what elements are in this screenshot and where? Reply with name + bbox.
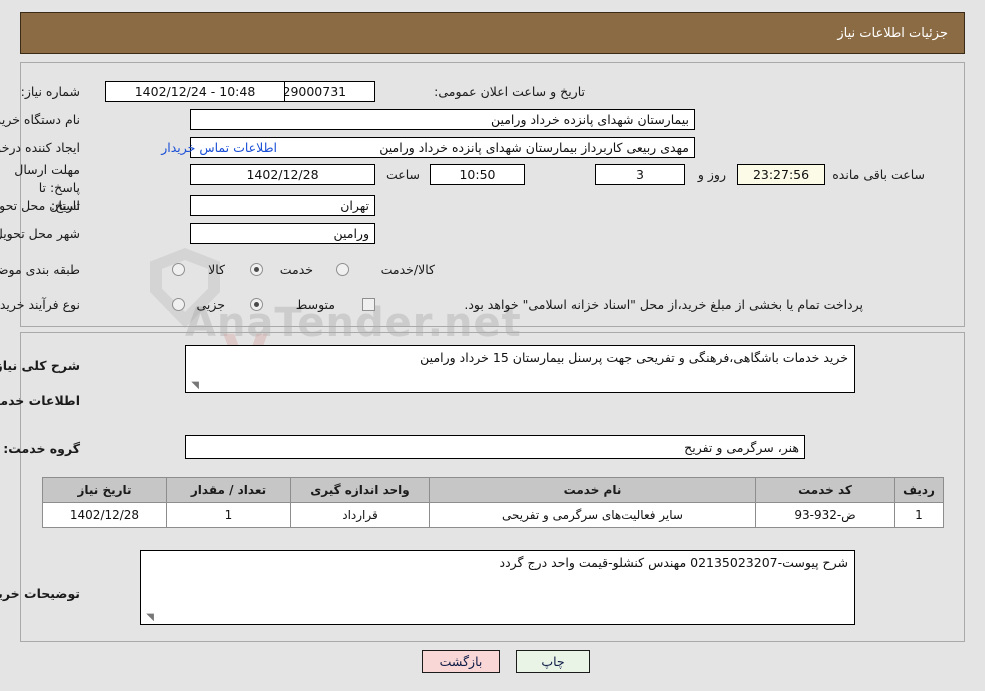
- treasury-bond-checkbox[interactable]: [362, 298, 375, 311]
- category-label: طبقه بندی موضوعی:: [0, 262, 80, 277]
- treasury-bond-label: پرداخت تمام یا بخشی از مبلغ خرید،از محل …: [464, 297, 863, 312]
- public-announce-value[interactable]: 10:48 - 1402/12/24: [105, 81, 285, 102]
- table-header-row: ردیف کد خدمت نام خدمت واحد اندازه گیری ت…: [42, 477, 944, 503]
- column-header-service-name: نام خدمت: [429, 477, 756, 503]
- buyer-notes-value[interactable]: شرح پیوست-02135023207 مهندس کنشلو-قیمت و…: [140, 550, 855, 625]
- process-label: نوع فرآیند خرید :: [0, 297, 80, 312]
- remaining-days-value[interactable]: 3: [595, 164, 685, 185]
- back-button[interactable]: بازگشت: [422, 650, 500, 673]
- column-header-row-no: ردیف: [894, 477, 944, 503]
- resize-grip-icon-notes[interactable]: ◥: [144, 613, 154, 623]
- category-option-kala-label: کالا: [208, 262, 225, 277]
- category-option-kala-khedmat-label: کالا/خدمت: [380, 262, 435, 277]
- process-radio-jozei[interactable]: [172, 298, 185, 311]
- buyer-notes-text: شرح پیوست-02135023207 مهندس کنشلو-قیمت و…: [499, 555, 848, 570]
- general-desc-value[interactable]: خرید خدمات باشگاهی،فرهنگی و تفریحی جهت پ…: [185, 345, 855, 393]
- service-group-label: گروه خدمت:: [3, 441, 80, 456]
- cell-need-date: 1402/12/28: [42, 502, 167, 528]
- buyer-notes-label: توضیحات خریدار:: [0, 586, 80, 601]
- public-announce-label: تاریخ و ساعت اعلان عمومی:: [434, 84, 585, 99]
- cell-unit: قرارداد: [290, 502, 430, 528]
- print-button[interactable]: چاپ: [516, 650, 590, 673]
- process-option-motavaset-label: متوسط: [295, 297, 335, 312]
- column-header-service-code: کد خدمت: [755, 477, 895, 503]
- resize-grip-icon[interactable]: ◥: [189, 381, 199, 391]
- need-number-label: شماره نیاز:: [20, 84, 80, 99]
- deadline-date-value[interactable]: 1402/12/28: [190, 164, 375, 185]
- countdown-value: 23:27:56: [737, 164, 825, 185]
- column-header-need-date: تاریخ نیاز: [42, 477, 167, 503]
- category-option-khedmat-label: خدمت: [279, 262, 313, 277]
- service-group-value[interactable]: هنر، سرگرمی و تفریح: [185, 435, 805, 459]
- process-option-jozei-label: جزیی: [196, 297, 225, 312]
- category-radio-kala[interactable]: [172, 263, 185, 276]
- column-header-quantity: تعداد / مقدار: [166, 477, 291, 503]
- countdown-suffix-label: ساعت باقی مانده: [832, 167, 925, 182]
- cell-quantity: 1: [166, 502, 291, 528]
- remaining-days-unit-label: روز و: [697, 167, 726, 182]
- deadline-hour-label: ساعت: [385, 167, 420, 182]
- column-header-unit: واحد اندازه گیری: [290, 477, 430, 503]
- cell-service-code: ض-932-93: [755, 502, 895, 528]
- deadline-hour-value[interactable]: 10:50: [430, 164, 525, 185]
- cell-row-no: 1: [894, 502, 944, 528]
- services-table: ردیف کد خدمت نام خدمت واحد اندازه گیری ت…: [42, 477, 944, 528]
- page-root: AnaTender.net V جزئیات اطلاعات نیاز شمار…: [0, 0, 985, 691]
- general-desc-text: خرید خدمات باشگاهی،فرهنگی و تفریحی جهت پ…: [420, 350, 848, 365]
- city-value[interactable]: ورامین: [190, 223, 375, 244]
- category-radio-kala-khedmat[interactable]: [336, 263, 349, 276]
- city-label: شهر محل تحویل:: [0, 226, 80, 241]
- process-radio-motavaset[interactable]: [250, 298, 263, 311]
- province-value[interactable]: تهران: [190, 195, 375, 216]
- services-section-title: اطلاعات خدمات مورد نیاز: [0, 393, 80, 408]
- cell-service-name: سایر فعالیت‌های سرگرمی و تفریحی: [429, 502, 756, 528]
- requester-label: ایجاد کننده درخواست:: [0, 140, 80, 155]
- buyer-contact-link[interactable]: اطلاعات تماس خریدار: [161, 140, 277, 155]
- table-row: 1 ض-932-93 سایر فعالیت‌های سرگرمی و تفری…: [42, 502, 944, 528]
- category-radio-khedmat[interactable]: [250, 263, 263, 276]
- general-desc-label: شرح کلی نیاز:: [0, 358, 80, 373]
- buyer-org-label: نام دستگاه خریدار:: [0, 112, 80, 127]
- buyer-org-value[interactable]: بیمارستان شهدای پانزده خرداد ورامین: [190, 109, 695, 130]
- province-label: استان محل تحویل:: [0, 198, 80, 213]
- page-title: جزئیات اطلاعات نیاز: [837, 25, 948, 41]
- page-header: جزئیات اطلاعات نیاز: [20, 12, 965, 54]
